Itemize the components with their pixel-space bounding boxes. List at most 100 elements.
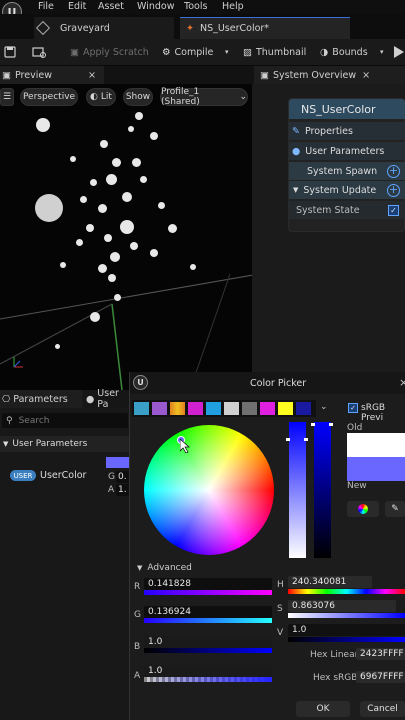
eyedropper-button[interactable]: ✎ xyxy=(385,501,405,517)
s-label: S xyxy=(277,604,283,614)
theme-swatch-3[interactable] xyxy=(170,402,185,415)
value-slider[interactable] xyxy=(314,422,331,558)
tab-parameters-label: Parameters xyxy=(13,393,68,405)
search-input[interactable]: ⚲ Search xyxy=(2,413,128,428)
thumbnail-button[interactable]: ▨ Thumbnail xyxy=(243,42,313,62)
add-update-icon[interactable]: + xyxy=(387,183,400,197)
tab-ns-usercolor[interactable]: ✦ NS_UserColor* xyxy=(180,17,350,39)
hex-linear-field[interactable]: 2423FFFF xyxy=(356,648,405,660)
tab-graveyard[interactable]: Graveyard xyxy=(34,17,174,39)
user-badge: USER xyxy=(10,470,36,481)
preview-viewport[interactable] xyxy=(0,84,282,390)
collapse-icon[interactable]: ▼ xyxy=(137,564,142,572)
v-label: V xyxy=(277,628,284,638)
close-icon[interactable]: × xyxy=(88,70,96,81)
ns-node-title[interactable]: NS_UserColor xyxy=(289,99,405,119)
b-gradient-slider[interactable] xyxy=(144,648,272,653)
menu-help[interactable]: Help xyxy=(222,1,244,12)
play-icon[interactable] xyxy=(394,42,405,62)
properties-label: Properties xyxy=(304,125,353,137)
system-state-row[interactable]: System State ✓ xyxy=(289,201,405,219)
ok-button[interactable]: OK xyxy=(296,701,350,717)
s-gradient-slider[interactable] xyxy=(288,613,405,618)
menu-tools[interactable]: Tools xyxy=(184,1,207,12)
save-icon[interactable] xyxy=(4,42,18,62)
theme-swatch-10[interactable] xyxy=(296,402,311,415)
profile-dropdown[interactable]: Profile_1 (Shared) ⌄ xyxy=(160,87,248,107)
b-value-field[interactable]: 1.0 xyxy=(144,636,272,648)
v-gradient-slider[interactable] xyxy=(288,637,405,642)
menu-file[interactable]: File xyxy=(38,1,54,12)
browse-icon[interactable] xyxy=(32,42,48,62)
g-gradient-slider[interactable] xyxy=(144,618,272,623)
s-value-field[interactable]: 0.863076 xyxy=(288,600,396,612)
a-label: A xyxy=(134,671,141,681)
lit-icon: ◐ xyxy=(90,92,98,102)
compile-icon: ⚙ xyxy=(162,46,171,58)
advanced-section-header[interactable]: ▼ Advanced xyxy=(137,563,192,573)
menu-edit[interactable]: Edit xyxy=(68,1,86,12)
usercolor-swatch[interactable] xyxy=(106,457,130,468)
apply-scratch-button[interactable]: ▣ Apply Scratch xyxy=(70,42,150,62)
system-spawn-row[interactable]: System Spawn + xyxy=(289,162,405,180)
theme-swatch-7[interactable] xyxy=(242,402,257,415)
pencil-icon: ✎ xyxy=(292,125,300,137)
lit-button[interactable]: ◐ Lit xyxy=(86,88,116,106)
hex-srgb-label: Hex sRGB xyxy=(313,673,358,683)
close-icon[interactable]: × xyxy=(362,70,370,81)
theme-swatch-4[interactable] xyxy=(188,402,203,415)
chevron-down-icon[interactable]: ⌄ xyxy=(320,402,328,412)
collapse-icon[interactable]: ▼ xyxy=(3,440,8,448)
r-value-field[interactable]: 0.141828 xyxy=(144,578,272,590)
bounds-button[interactable]: ◑ Bounds xyxy=(320,42,372,62)
close-icon[interactable]: × xyxy=(399,376,405,389)
g-label: G xyxy=(134,610,141,620)
tab-parameters[interactable]: ⎔ Parameters xyxy=(0,390,82,408)
system-state-label: System State xyxy=(296,204,360,216)
collapse-icon[interactable]: ▼ xyxy=(293,186,298,194)
theme-swatch-8[interactable] xyxy=(260,402,275,415)
h-gradient-slider[interactable] xyxy=(288,589,405,594)
hex-linear-label: Hex Linear xyxy=(310,650,359,660)
tab-user-label: User Pa xyxy=(97,388,119,410)
g-value-field[interactable]: 0.136924 xyxy=(144,606,272,618)
theme-swatch-9[interactable] xyxy=(278,402,293,415)
color-wheel[interactable] xyxy=(144,425,274,555)
saturation-slider-handle[interactable] xyxy=(286,438,308,441)
theme-swatch-5[interactable] xyxy=(206,402,221,415)
user-parameters-row[interactable]: ● User Parameters xyxy=(289,142,405,160)
a-value-field[interactable]: 1.0 xyxy=(144,665,272,677)
perspective-button[interactable]: Perspective xyxy=(20,88,78,106)
g-value-field[interactable]: 0. xyxy=(116,471,130,483)
v-value-field[interactable]: 1.0 xyxy=(288,624,405,636)
srgb-preview-checkbox[interactable]: ✓ xyxy=(348,403,358,413)
saturation-slider[interactable] xyxy=(289,422,306,558)
color-wheel-mode-button[interactable] xyxy=(347,501,379,517)
bounds-icon: ◑ xyxy=(320,46,329,58)
value-slider-handle[interactable] xyxy=(311,423,333,426)
tab-preview[interactable]: ▣ Preview × xyxy=(0,66,104,84)
cancel-button[interactable]: Cancel xyxy=(360,701,405,717)
compile-button[interactable]: ⚙ Compile xyxy=(162,42,224,62)
tab-system-overview[interactable]: ▣ System Overview × xyxy=(254,66,405,84)
menu-asset[interactable]: Asset xyxy=(98,1,124,12)
add-spawn-icon[interactable]: + xyxy=(387,164,400,178)
theme-swatch-2[interactable] xyxy=(152,402,167,415)
bounds-options-chevron-icon[interactable]: ▾ xyxy=(380,42,394,62)
r-gradient-slider[interactable] xyxy=(144,590,272,595)
menu-window[interactable]: Window xyxy=(137,1,174,12)
tab-user-parameters[interactable]: ● User Pa xyxy=(84,388,130,410)
viewport-menu-icon[interactable]: ☰ xyxy=(0,88,14,106)
theme-swatch-6[interactable] xyxy=(224,402,239,415)
h-value-field[interactable]: 240.340081 xyxy=(288,576,372,588)
system-state-checkbox[interactable]: ✓ xyxy=(388,204,399,216)
properties-row[interactable]: ✎ Properties xyxy=(289,122,405,140)
show-button[interactable]: Show xyxy=(123,88,153,106)
system-update-row[interactable]: ▼ System Update + xyxy=(289,181,405,199)
hex-srgb-field[interactable]: 6967FFFF xyxy=(356,671,405,683)
unreal-logo-icon: U xyxy=(133,375,148,390)
user-parameters-section[interactable]: ▼ User Parameters xyxy=(0,436,130,452)
theme-swatch-1[interactable] xyxy=(134,402,149,415)
compile-options-chevron-icon[interactable]: ▾ xyxy=(225,42,234,62)
a-value-field[interactable]: 1. xyxy=(116,484,130,496)
